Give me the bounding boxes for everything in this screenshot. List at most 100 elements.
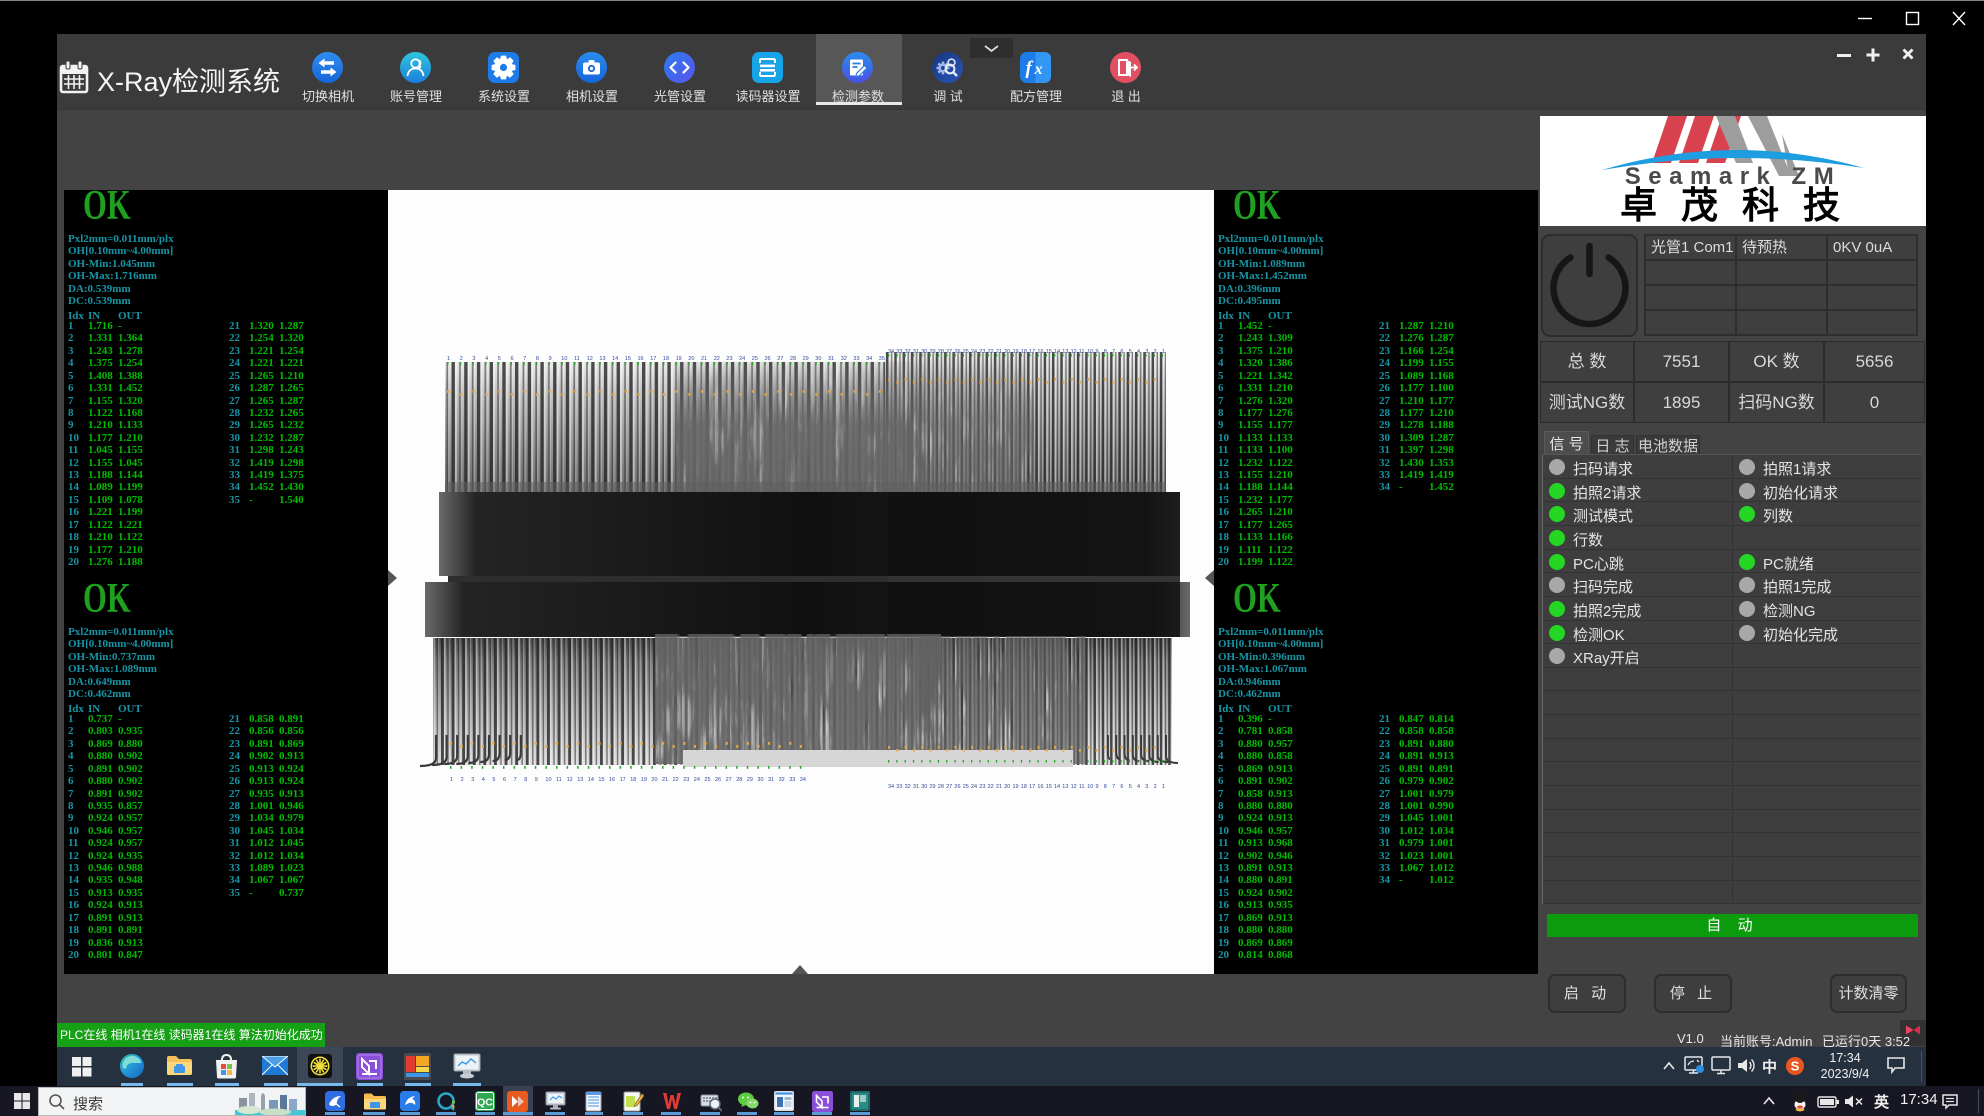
svg-text:11: 11 xyxy=(556,777,562,783)
svg-text:15: 15 xyxy=(1046,784,1052,790)
svg-text:22: 22 xyxy=(988,349,994,355)
svg-text:30: 30 xyxy=(921,784,927,790)
svg-text:30: 30 xyxy=(757,777,763,783)
svg-text:29: 29 xyxy=(747,777,753,783)
svg-text:1: 1 xyxy=(447,356,450,362)
svg-text:4: 4 xyxy=(482,777,485,783)
svg-text:35: 35 xyxy=(879,356,885,362)
svg-text:10: 10 xyxy=(545,777,551,783)
svg-text:33: 33 xyxy=(789,777,795,783)
svg-text:23: 23 xyxy=(979,784,985,790)
svg-text:2: 2 xyxy=(460,356,463,362)
svg-text:21: 21 xyxy=(996,349,1002,355)
svg-text:1: 1 xyxy=(1162,349,1165,355)
svg-text:14: 14 xyxy=(1054,784,1060,790)
svg-text:5: 5 xyxy=(1129,349,1132,355)
svg-text:9: 9 xyxy=(1096,784,1099,790)
svg-text:22: 22 xyxy=(988,784,994,790)
svg-text:13: 13 xyxy=(599,356,605,362)
svg-text:8: 8 xyxy=(1104,349,1107,355)
svg-text:9: 9 xyxy=(549,356,552,362)
svg-text:27: 27 xyxy=(726,777,732,783)
svg-text:18: 18 xyxy=(663,356,669,362)
svg-text:7: 7 xyxy=(1112,349,1115,355)
svg-text:34: 34 xyxy=(866,356,872,362)
svg-text:19: 19 xyxy=(676,356,682,362)
svg-text:33: 33 xyxy=(896,784,902,790)
svg-text:8: 8 xyxy=(524,777,527,783)
svg-text:21: 21 xyxy=(701,356,707,362)
svg-text:31: 31 xyxy=(768,777,774,783)
svg-text:34: 34 xyxy=(888,349,894,355)
svg-text:4: 4 xyxy=(1137,784,1140,790)
svg-text:6: 6 xyxy=(503,777,506,783)
svg-text:18: 18 xyxy=(630,777,636,783)
svg-text:13: 13 xyxy=(577,777,583,783)
svg-text:29: 29 xyxy=(930,784,936,790)
svg-text:11: 11 xyxy=(1079,784,1085,790)
svg-text:10: 10 xyxy=(1087,784,1093,790)
svg-text:32: 32 xyxy=(905,784,911,790)
svg-text:11: 11 xyxy=(1079,349,1085,355)
svg-text:24: 24 xyxy=(739,356,745,362)
svg-text:QC: QC xyxy=(477,1097,493,1109)
svg-text:7: 7 xyxy=(523,356,526,362)
svg-text:31: 31 xyxy=(913,784,919,790)
svg-text:30: 30 xyxy=(815,356,821,362)
svg-text:31: 31 xyxy=(913,349,919,355)
svg-text:17: 17 xyxy=(650,356,656,362)
svg-text:17: 17 xyxy=(620,777,626,783)
svg-text:26: 26 xyxy=(954,784,960,790)
svg-text:31: 31 xyxy=(828,356,834,362)
svg-text:26: 26 xyxy=(715,777,721,783)
svg-text:27: 27 xyxy=(946,349,952,355)
svg-text:15: 15 xyxy=(1046,349,1052,355)
svg-text:32: 32 xyxy=(905,349,911,355)
svg-text:33: 33 xyxy=(896,349,902,355)
svg-text:11: 11 xyxy=(574,356,580,362)
svg-text:15: 15 xyxy=(625,356,631,362)
svg-text:3: 3 xyxy=(472,356,475,362)
svg-text:25: 25 xyxy=(752,356,758,362)
svg-text:2: 2 xyxy=(1154,784,1157,790)
svg-text:26: 26 xyxy=(765,356,771,362)
svg-text:20: 20 xyxy=(1004,784,1010,790)
svg-text:2: 2 xyxy=(461,777,464,783)
svg-text:12: 12 xyxy=(587,356,593,362)
svg-text:28: 28 xyxy=(938,349,944,355)
svg-text:28: 28 xyxy=(938,784,944,790)
svg-text:3: 3 xyxy=(1145,784,1148,790)
svg-text:S: S xyxy=(1791,1059,1800,1074)
svg-text:8: 8 xyxy=(1104,784,1107,790)
svg-text:18: 18 xyxy=(1021,349,1027,355)
svg-text:14: 14 xyxy=(612,356,618,362)
svg-text:7: 7 xyxy=(514,777,517,783)
svg-text:3: 3 xyxy=(471,777,474,783)
svg-text:28: 28 xyxy=(790,356,796,362)
svg-text:30: 30 xyxy=(921,349,927,355)
svg-text:7: 7 xyxy=(1112,784,1115,790)
svg-text:33: 33 xyxy=(853,356,859,362)
svg-text:22: 22 xyxy=(673,777,679,783)
svg-text:14: 14 xyxy=(588,777,594,783)
svg-text:19: 19 xyxy=(641,777,647,783)
svg-text:1: 1 xyxy=(1162,784,1165,790)
svg-text:24: 24 xyxy=(971,349,977,355)
svg-text:17: 17 xyxy=(1029,784,1035,790)
svg-text:21: 21 xyxy=(662,777,668,783)
svg-text:32: 32 xyxy=(841,356,847,362)
svg-text:18: 18 xyxy=(1021,784,1027,790)
svg-text:15: 15 xyxy=(598,777,604,783)
svg-text:16: 16 xyxy=(1037,349,1043,355)
svg-text:3: 3 xyxy=(1145,349,1148,355)
svg-text:16: 16 xyxy=(638,356,644,362)
svg-text:20: 20 xyxy=(1004,349,1010,355)
svg-text:19: 19 xyxy=(1013,784,1019,790)
svg-text:23: 23 xyxy=(979,349,985,355)
svg-text:6: 6 xyxy=(1120,349,1123,355)
svg-text:23: 23 xyxy=(726,356,732,362)
svg-text:10: 10 xyxy=(1087,349,1093,355)
svg-text:1: 1 xyxy=(450,777,453,783)
svg-text:20: 20 xyxy=(651,777,657,783)
svg-text:28: 28 xyxy=(736,777,742,783)
